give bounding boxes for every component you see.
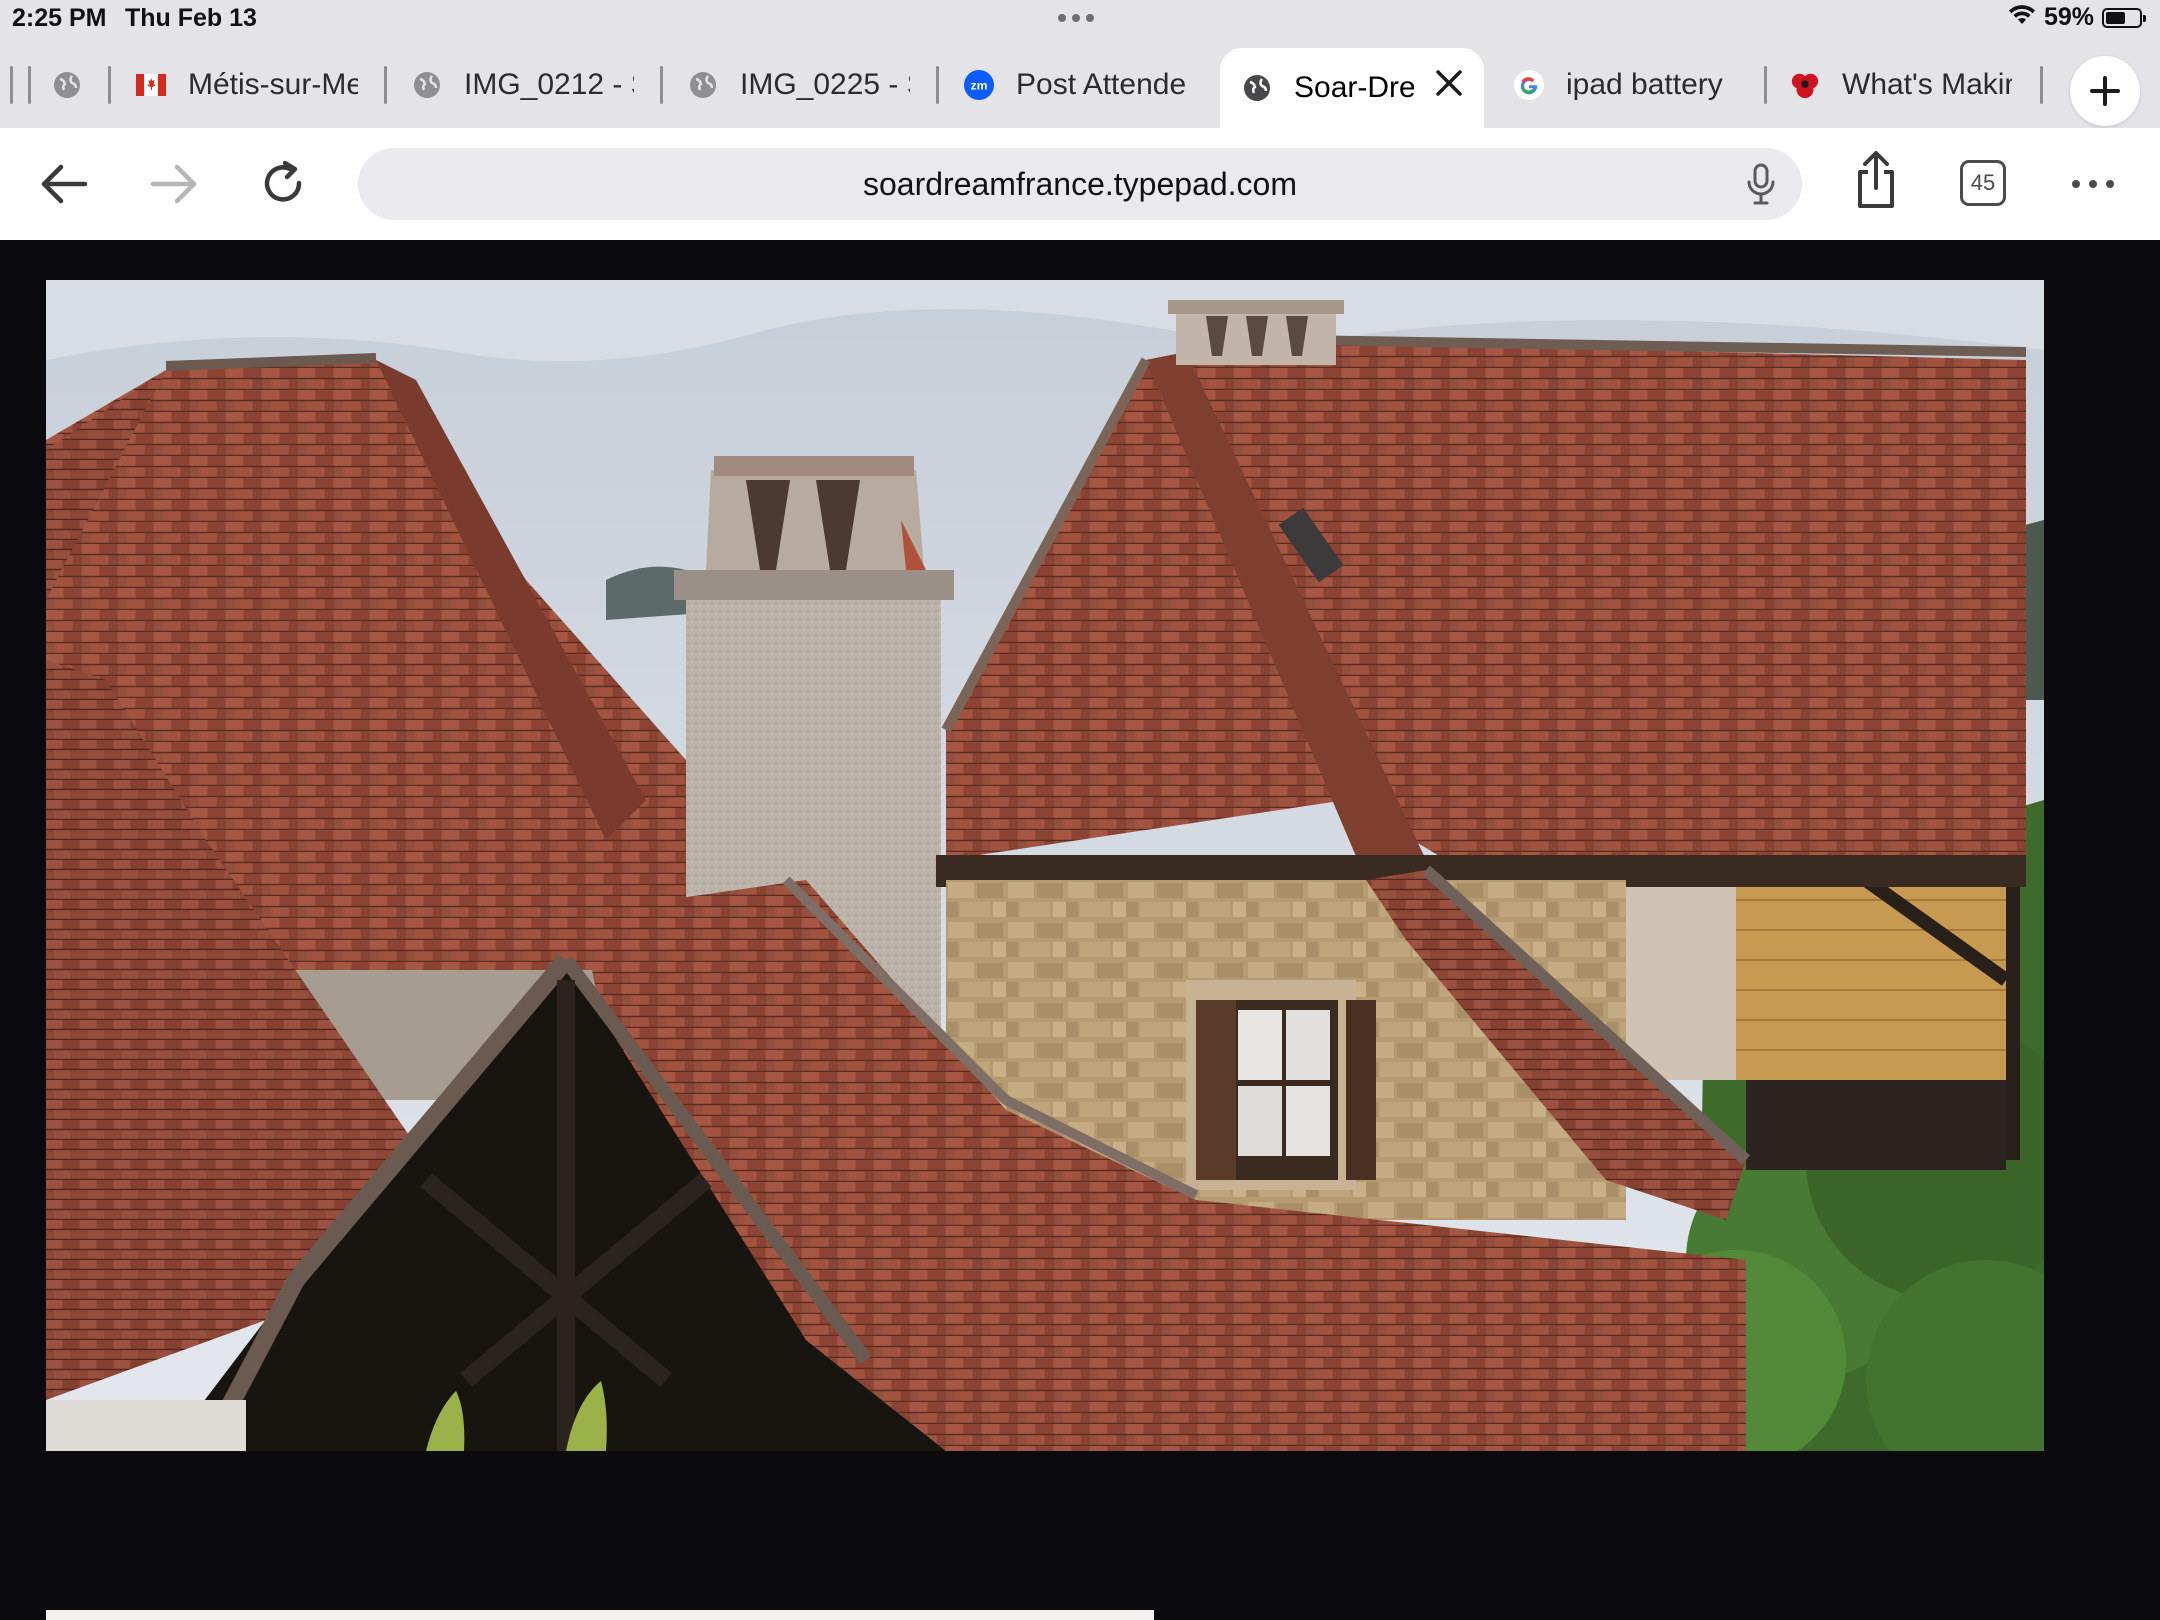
battery-icon xyxy=(2102,7,2146,28)
globe-icon xyxy=(688,70,718,100)
tab-strip: Métis-sur-Me IMG_0212 - S IMG_0225 - S z… xyxy=(0,44,2160,128)
more-icon[interactable] xyxy=(2072,180,2114,188)
wifi-icon xyxy=(2008,4,2036,31)
tab-2[interactable]: IMG_0212 - S xyxy=(412,48,644,122)
back-button[interactable] xyxy=(36,156,92,212)
google-icon xyxy=(1514,70,1544,100)
status-time: 2:25 PM xyxy=(12,4,107,32)
address-bar[interactable]: soardreamfrance.typepad.com xyxy=(358,148,1802,220)
zoom-icon: zm xyxy=(964,70,994,100)
reload-button[interactable] xyxy=(256,156,312,212)
tab-1[interactable]: Métis-sur-Me xyxy=(136,48,368,122)
tab-overview-button[interactable]: 45 xyxy=(1960,160,2006,206)
forward-arrow-icon xyxy=(150,164,197,204)
forward-button[interactable] xyxy=(146,156,202,212)
tab-title: ipad battery xyxy=(1566,68,1723,101)
back-arrow-icon xyxy=(41,164,88,204)
tab-7[interactable]: What's Makin xyxy=(1790,48,2022,122)
svg-text:zm: zm xyxy=(971,79,988,93)
tab-5-active[interactable]: Soar-Dre xyxy=(1220,48,1484,128)
page-content xyxy=(0,240,2160,1620)
globe-icon xyxy=(412,70,442,100)
tab-title: IMG_0225 - S xyxy=(740,68,910,101)
status-right: 59% xyxy=(2008,3,2146,32)
tab-title: Post Attende xyxy=(1016,68,1186,101)
globe-icon xyxy=(1242,73,1272,103)
status-date: Thu Feb 13 xyxy=(125,4,257,32)
close-tab-icon[interactable] xyxy=(1434,68,1464,104)
url-text[interactable]: soardreamfrance.typepad.com xyxy=(358,166,1802,203)
tab-4[interactable]: zm Post Attende xyxy=(964,48,1196,122)
new-tab-button[interactable] xyxy=(2070,56,2140,126)
share-icon xyxy=(1858,151,1894,208)
microphone-icon[interactable] xyxy=(1746,162,1776,211)
plus-icon xyxy=(2090,76,2120,106)
multitasking-dots-icon[interactable] xyxy=(1058,14,1094,22)
poppy-icon xyxy=(1790,70,1820,100)
tab-0[interactable] xyxy=(52,48,92,122)
tab-title: Soar-Dre xyxy=(1294,71,1414,104)
next-image-top-edge xyxy=(46,1610,1154,1620)
tab-title: Métis-sur-Me xyxy=(188,68,358,101)
canada-flag-icon xyxy=(136,70,166,100)
status-bar: 2:25 PM Thu Feb 13 59% xyxy=(0,0,2160,44)
tab-title: What's Makin xyxy=(1842,68,2012,101)
reload-icon xyxy=(264,160,302,202)
globe-icon xyxy=(52,70,82,100)
photo-rooftops-image[interactable] xyxy=(46,280,2044,1451)
browser-toolbar: soardreamfrance.typepad.com 45 xyxy=(0,128,2160,240)
tab-title: IMG_0212 - S xyxy=(464,68,634,101)
share-button[interactable] xyxy=(1848,151,1904,208)
tab-3[interactable]: IMG_0225 - S xyxy=(688,48,920,122)
tab-6[interactable]: ipad battery xyxy=(1514,48,1746,122)
battery-percent: 59% xyxy=(2043,3,2094,31)
